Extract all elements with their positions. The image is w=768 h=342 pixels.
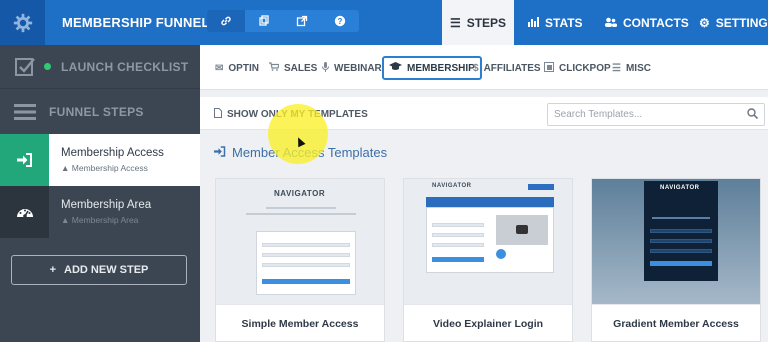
nav-stats[interactable]: STATS — [528, 0, 583, 45]
link-icon[interactable] — [207, 10, 245, 32]
help-icon[interactable]: ? — [321, 10, 359, 32]
tab-membership[interactable]: MEMBERSHIP — [382, 56, 482, 80]
template-card[interactable]: NAVIGATOR Gradient Member Access — [591, 178, 761, 342]
template-category-tabs: ✉ OPTIN SALES WEBINAR MEMBERSHIP $ AFFILIA… — [200, 45, 768, 90]
sign-in-icon — [214, 145, 226, 160]
search-icon[interactable] — [747, 107, 759, 122]
main-content: ✉ OPTIN SALES WEBINAR MEMBERSHIP $ AFFILIA… — [200, 45, 768, 342]
sign-in-icon — [0, 134, 49, 186]
popup-icon — [544, 61, 554, 75]
graduation-cap-icon — [389, 62, 402, 74]
tab-sales[interactable]: SALES — [264, 56, 322, 80]
search-input[interactable] — [554, 109, 734, 120]
cursor-highlight — [268, 104, 328, 164]
list-icon: ☰ — [449, 15, 461, 30]
cart-icon — [269, 62, 280, 74]
template-thumbnail: NAVIGATOR — [592, 179, 760, 304]
funnel-title[interactable]: MEMBERSHIP FUNNEL ... — [62, 15, 224, 30]
nav-steps[interactable]: ☰ STEPS — [442, 0, 514, 45]
menu-icon — [0, 103, 49, 121]
launch-checklist[interactable]: LAUNCH CHECKLIST — [0, 45, 200, 89]
template-thumbnail: NAVIGATOR — [404, 179, 572, 304]
envelope-icon: ✉ — [215, 62, 224, 74]
template-name: Video Explainer Login — [404, 304, 572, 342]
status-dot — [44, 63, 51, 70]
nav-contacts[interactable]: CONTACTS — [604, 0, 689, 45]
template-name: Gradient Member Access — [592, 304, 760, 342]
step-type: Membership Area — [71, 215, 139, 225]
step-type: Membership Access — [71, 163, 148, 173]
app-logo[interactable] — [0, 0, 45, 45]
plus-icon: + — [49, 264, 57, 276]
gear-logo-icon — [13, 13, 32, 32]
tab-optin[interactable]: ✉ OPTIN — [210, 56, 264, 80]
funnel-steps-header: FUNNEL STEPS — [0, 89, 200, 134]
template-name: Simple Member Access — [216, 304, 384, 342]
step-membership-access[interactable]: Membership Access ▲ Membership Access — [0, 134, 200, 186]
external-link-icon[interactable] — [283, 10, 321, 32]
step-name: Membership Access — [61, 147, 164, 159]
list-icon: ☰ — [612, 62, 621, 74]
template-card[interactable]: NAVIGATOR Video Explainer Login — [403, 178, 573, 342]
tab-webinar[interactable]: WEBINAR — [317, 56, 387, 80]
checkbox-icon — [0, 56, 49, 78]
step-name: Membership Area — [61, 199, 152, 211]
template-search — [547, 103, 765, 126]
gear-icon: ⚙ — [699, 15, 710, 30]
add-new-step-button[interactable]: + ADD NEW STEP — [11, 255, 187, 285]
microphone-icon — [322, 61, 329, 75]
users-icon — [604, 16, 617, 30]
svg-text:?: ? — [338, 17, 343, 26]
nav-settings[interactable]: ⚙ SETTINGS — [699, 0, 768, 45]
template-card[interactable]: NAVIGATOR Simple Member Access — [215, 178, 385, 342]
tab-affiliates[interactable]: $ AFFILIATES — [468, 56, 546, 80]
top-bar: MEMBERSHIP FUNNEL ... ? ☰ STEPS STATS CO… — [0, 0, 768, 45]
bar-chart-icon — [528, 16, 539, 30]
step-membership-area[interactable]: Membership Area ▲ Membership Area — [0, 186, 200, 238]
copy-icon[interactable] — [245, 10, 283, 32]
warning-icon: ▲ — [61, 163, 70, 173]
file-icon — [214, 108, 222, 121]
dashboard-icon — [0, 186, 49, 238]
tab-clickpop[interactable]: CLICKPOP — [539, 56, 616, 80]
tab-misc[interactable]: ☰ MISC — [607, 56, 656, 80]
sidebar: LAUNCH CHECKLIST FUNNEL STEPS Membership… — [0, 45, 200, 342]
dollar-icon: $ — [473, 62, 479, 74]
warning-icon: ▲ — [61, 215, 70, 225]
funnel-tools: ? — [207, 10, 359, 32]
template-thumbnail: NAVIGATOR — [216, 179, 384, 304]
